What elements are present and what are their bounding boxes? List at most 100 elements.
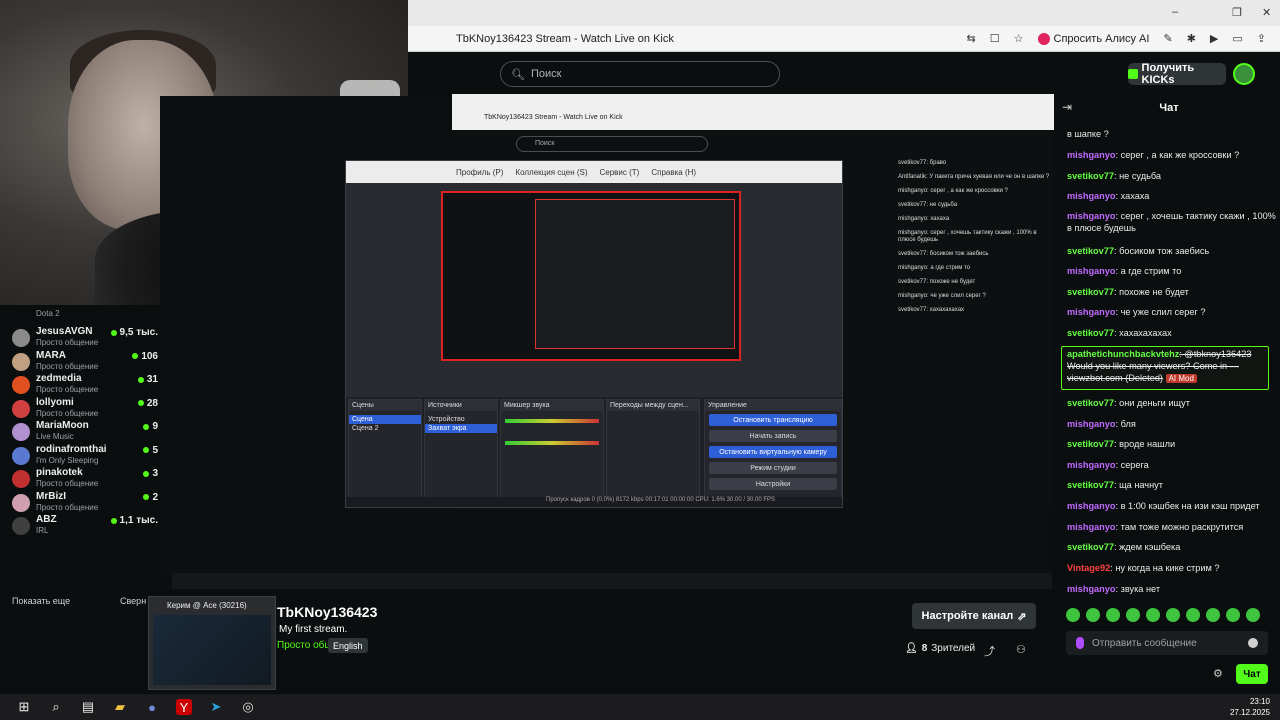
close-icon[interactable]: ✕ bbox=[1262, 6, 1271, 19]
emote-bar bbox=[1066, 608, 1266, 624]
collapse-link[interactable]: Сверн bbox=[120, 596, 146, 606]
emote-icon[interactable] bbox=[1106, 608, 1120, 622]
sidebar-channel-item[interactable]: rodinafromthai I'm Only Sleeping 5 bbox=[12, 444, 160, 466]
chat-username[interactable]: mishganyo bbox=[1067, 211, 1116, 221]
chat-username[interactable]: svetikov77 bbox=[1067, 542, 1114, 552]
chat-message: mishganyo: в 1:00 кэшбек на изи кэш прид… bbox=[1067, 500, 1277, 512]
emote-icon[interactable] bbox=[1066, 608, 1080, 622]
setup-channel-button[interactable]: Настройте канал ⇗ bbox=[912, 603, 1036, 629]
tab-title[interactable]: TbKNoy136423 Stream - Watch Live on Kick bbox=[456, 33, 674, 45]
channel-viewers: 5 bbox=[143, 445, 158, 456]
emote-icon[interactable] bbox=[1226, 608, 1240, 622]
chat-message-input[interactable]: Отправить сообщение bbox=[1066, 631, 1268, 655]
media-icon[interactable]: ▶ bbox=[1210, 32, 1218, 45]
maximize-icon[interactable]: ❐ bbox=[1232, 6, 1242, 19]
chat-username[interactable]: svetikov77 bbox=[1067, 439, 1114, 449]
alice-button[interactable]: Спросить Алису AI bbox=[1037, 32, 1149, 45]
sidebar-channel-item[interactable]: MariaMoon Live Music 9 bbox=[12, 420, 160, 442]
emote-icon[interactable] bbox=[1246, 608, 1260, 622]
user-avatar[interactable] bbox=[1233, 63, 1255, 85]
pen-icon[interactable]: ✎ bbox=[1163, 32, 1172, 45]
channel-viewer-count: 5 bbox=[152, 444, 158, 456]
chat-text: : босиком тож заебись bbox=[1114, 246, 1210, 256]
sidebar-channel-item[interactable]: MrBizI Просто общение 2 bbox=[12, 491, 160, 513]
channel-viewers: 1,1 тыс. bbox=[110, 515, 158, 526]
chat-username[interactable]: mishganyo bbox=[1067, 191, 1116, 201]
telegram-icon[interactable]: ➤ bbox=[208, 699, 224, 715]
stream-language-badge[interactable]: English bbox=[328, 638, 368, 653]
channel-category: IRL bbox=[36, 526, 49, 535]
yandex-browser-icon[interactable]: Y bbox=[176, 699, 192, 715]
preview-thumbnail[interactable] bbox=[153, 615, 271, 685]
show-more-link[interactable]: Показать еще bbox=[12, 596, 70, 606]
sidebar-channel-item[interactable]: JesusAVGN Просто общение 9,5 тыс. bbox=[12, 326, 160, 348]
translate-icon[interactable]: ⇆ bbox=[967, 32, 976, 45]
setup-channel-label: Настройте канал bbox=[921, 610, 1014, 622]
sidebar-channel-item[interactable]: ABZ IRL 1,1 тыс. bbox=[12, 514, 160, 536]
sidebar-channel-item[interactable]: pinakotek Просто общение 3 bbox=[12, 467, 160, 489]
emote-icon[interactable] bbox=[1186, 608, 1200, 622]
chat-username[interactable]: svetikov77 bbox=[1067, 398, 1114, 408]
system-clock[interactable]: 23:10 27.12.2025 bbox=[1230, 696, 1270, 718]
channel-viewer-count: 9 bbox=[152, 421, 158, 432]
chat-username[interactable]: mishganyo bbox=[1067, 266, 1116, 276]
chat-username[interactable]: mishganyo bbox=[1067, 460, 1116, 470]
channel-viewers: 106 bbox=[132, 351, 158, 362]
chat-settings-icon[interactable]: ⚙ bbox=[1213, 667, 1223, 680]
chat-username[interactable]: mishganyo bbox=[1067, 584, 1116, 594]
live-dot-icon bbox=[143, 423, 150, 430]
sidebar-channel-item[interactable]: lollyomi Просто общение 28 bbox=[12, 397, 160, 419]
chat-username[interactable]: svetikov77 bbox=[1067, 328, 1114, 338]
search-taskbar-icon[interactable]: ⌕ bbox=[48, 699, 64, 715]
obs-scene-item: Сцена bbox=[349, 415, 421, 424]
search-input[interactable]: 🔍︎ Поиск bbox=[500, 61, 780, 87]
emote-icon[interactable] bbox=[1126, 608, 1140, 622]
mic-icon[interactable] bbox=[1076, 637, 1084, 649]
share-page-icon[interactable]: ⇪ bbox=[1257, 32, 1266, 45]
emote-icon[interactable] bbox=[1146, 608, 1160, 622]
chat-username[interactable]: mishganyo bbox=[1067, 150, 1116, 160]
chat-username[interactable]: mishganyo bbox=[1067, 307, 1116, 317]
chat-send-button[interactable]: Чат bbox=[1236, 664, 1268, 684]
emote-icon[interactable] bbox=[1086, 608, 1100, 622]
sidebar-channel-item[interactable]: zedmedia Просто общение 31 bbox=[12, 373, 160, 395]
taskview-icon[interactable]: ▤ bbox=[80, 699, 96, 715]
star-icon[interactable]: ☆ bbox=[1014, 32, 1024, 45]
start-icon[interactable]: ⊞ bbox=[16, 699, 32, 715]
extensions-icon[interactable]: ✱ bbox=[1187, 32, 1196, 45]
sidebar-icon[interactable]: ▭ bbox=[1232, 32, 1242, 45]
nested-chat-line: mishganyo: серег , а как же кроссовки ? bbox=[898, 188, 1008, 194]
chat-username[interactable]: Vintage92 bbox=[1067, 563, 1110, 573]
chat-message: svetikov77: не судьба bbox=[1067, 170, 1277, 182]
emote-icon[interactable] bbox=[1166, 608, 1180, 622]
explorer-icon[interactable]: ▰ bbox=[112, 699, 128, 715]
minimize-icon[interactable]: – bbox=[1172, 6, 1178, 18]
bookmark-icon[interactable]: ☐ bbox=[990, 32, 1000, 45]
emote-icon[interactable] bbox=[1206, 608, 1220, 622]
obs-mixer-header: Микшер звука bbox=[501, 400, 603, 411]
obs-controls-header: Управление bbox=[705, 400, 841, 411]
taskbar-preview-popup[interactable]: Керим @ Ace (30216) bbox=[148, 596, 276, 690]
chat-username[interactable]: svetikov77 bbox=[1067, 171, 1114, 181]
chat-message: mishganyo: серега bbox=[1067, 459, 1277, 471]
channel-name: rodinafromthai bbox=[36, 443, 107, 455]
streamer-name[interactable]: TbKNoy136423 bbox=[277, 604, 377, 620]
sidebar-channel-item[interactable]: MARA Просто общение 106 bbox=[12, 350, 160, 372]
share-icon[interactable]: ⤴ bbox=[984, 643, 995, 659]
ai-mod-badge: AI Mod bbox=[1165, 374, 1197, 383]
chat-username[interactable]: mishganyo bbox=[1067, 501, 1116, 511]
get-kicks-button[interactable]: Получить KICKs bbox=[1128, 62, 1226, 86]
obs-preview bbox=[441, 191, 741, 361]
chat-username[interactable]: svetikov77 bbox=[1067, 287, 1114, 297]
user-options-icon[interactable]: ⚇ bbox=[1016, 643, 1026, 656]
obs-icon[interactable]: ◎ bbox=[240, 699, 256, 715]
chat-username[interactable]: apathetichunchbackvtehz bbox=[1067, 349, 1179, 359]
nested-chat-line: svetikov77: хахахахахах bbox=[898, 307, 965, 313]
chat-username[interactable]: mishganyo bbox=[1067, 522, 1116, 532]
chat-username[interactable]: mishganyo bbox=[1067, 419, 1116, 429]
chat-username[interactable]: svetikov77 bbox=[1067, 480, 1114, 490]
emoji-icon[interactable] bbox=[1248, 638, 1258, 648]
chat-username[interactable]: svetikov77 bbox=[1067, 246, 1114, 256]
live-dot-icon bbox=[110, 517, 117, 524]
discord-icon[interactable]: ● bbox=[144, 699, 160, 715]
